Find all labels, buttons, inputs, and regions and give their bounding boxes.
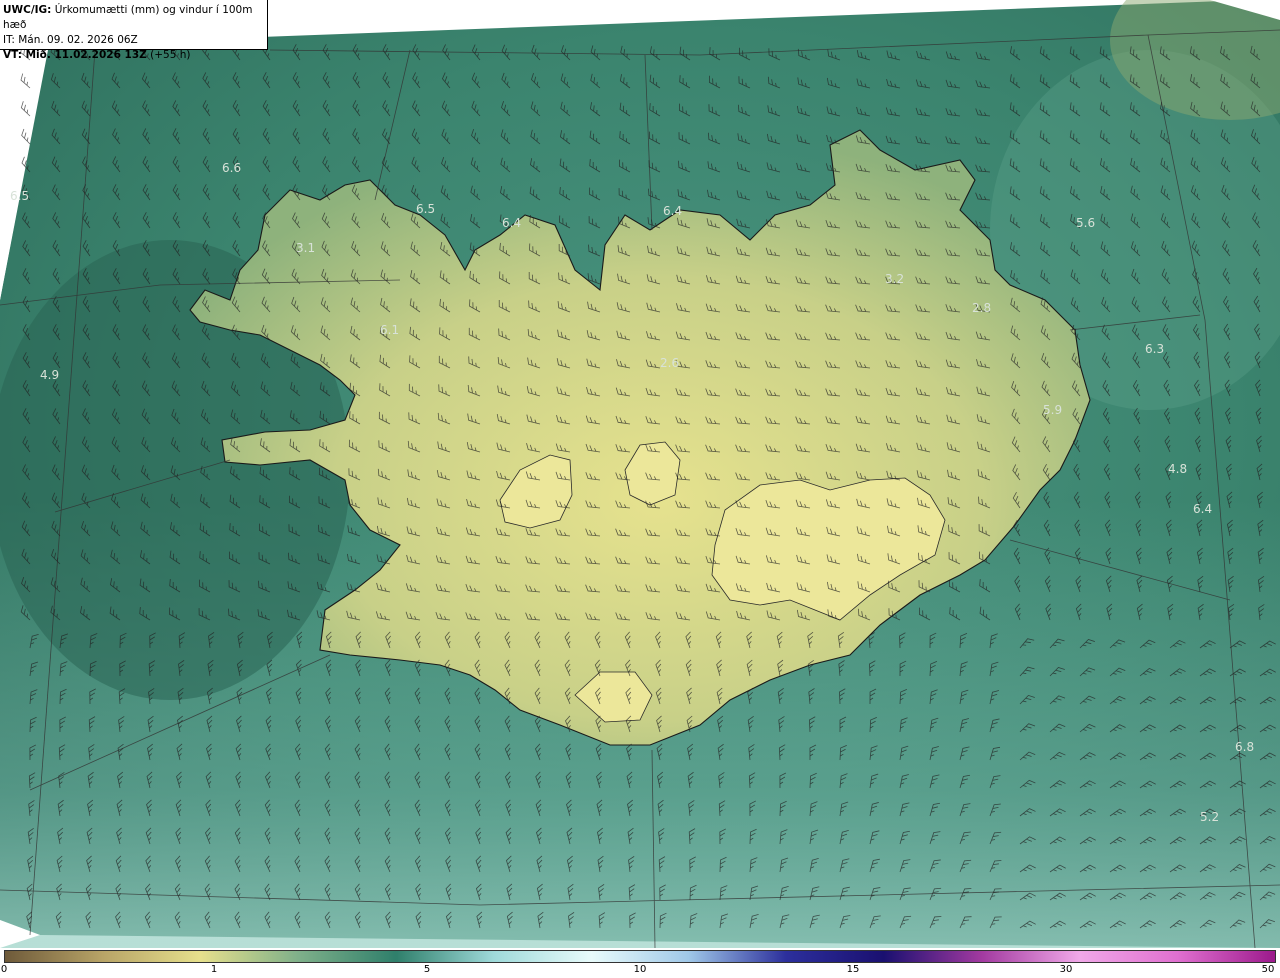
map-header: UWC/IG: Úrkomumætti (mm) og vindur í 100… (0, 0, 268, 61)
value-label: 4.9 (40, 368, 59, 382)
value-label: 6.1 (380, 323, 399, 337)
colorbar: 0 1 5 10 15 30 50 (0, 948, 1280, 978)
value-label: 5.9 (1043, 403, 1062, 417)
title-line: UWC/IG: Úrkomumætti (mm) og vindur í 100… (3, 3, 267, 33)
value-label: 4.8 (1168, 462, 1187, 476)
colorbar-tick: 50 (1261, 964, 1275, 975)
initial-time: IT: Mán. 09. 02. 2026 06Z (3, 34, 138, 46)
colorbar-tick: 1 (210, 964, 218, 975)
value-label: 2.6 (660, 356, 679, 370)
value-label: 6.4 (502, 216, 521, 230)
value-label: 6.8 (1235, 740, 1254, 754)
model-name: UWC/IG: (3, 4, 52, 16)
value-label: 6.5 (10, 189, 29, 203)
value-label: 2.8 (972, 301, 991, 315)
value-label: 5.2 (1200, 810, 1219, 824)
value-label: 3.1 (296, 241, 315, 255)
colorbar-strip (4, 950, 1276, 963)
precipitation-map: 6.5 6.6 6.5 6.4 6.4 5.6 3.1 3.2 2.8 6.1 … (0, 0, 1280, 948)
value-label: 3.2 (885, 272, 904, 286)
value-label: 6.5 (416, 202, 435, 216)
colorbar-tick: 10 (633, 964, 647, 975)
value-label: 5.6 (1076, 216, 1095, 230)
colorbar-tick: 15 (846, 964, 860, 975)
colorbar-tick: 5 (423, 964, 431, 975)
valid-time: VT: Mið. 11.02.2026 13Z (3, 49, 147, 61)
lead-time: (+55 h) (150, 49, 191, 61)
valid-time-line: VT: Mið. 11.02.2026 13Z (+55 h) (3, 48, 267, 63)
value-label: 6.4 (1193, 502, 1212, 516)
value-label: 6.4 (663, 204, 682, 218)
value-label: 6.3 (1145, 342, 1164, 356)
colorbar-tick: 30 (1059, 964, 1073, 975)
value-label: 6.6 (222, 161, 241, 175)
colorbar-tick: 0 (0, 964, 8, 975)
